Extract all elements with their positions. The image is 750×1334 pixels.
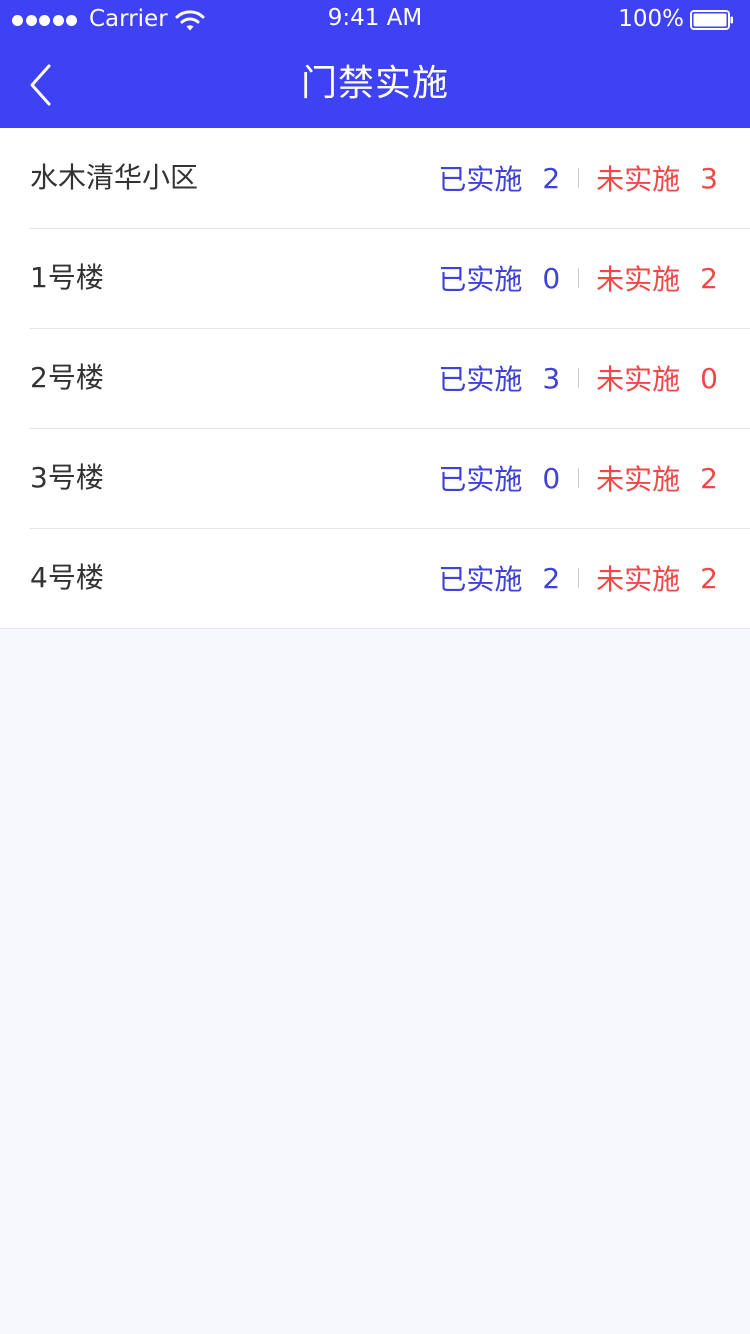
- stats-divider: [578, 368, 580, 388]
- not-implemented-count: 2: [700, 461, 718, 495]
- header: Carrier 9:41 AM 100% 门禁实施: [0, 0, 750, 128]
- building-name: 3号楼: [30, 461, 104, 494]
- list-item[interactable]: 4号楼 已实施 2 未实施 2: [0, 528, 750, 628]
- building-name: 水木清华小区: [30, 161, 199, 194]
- implementation-stats: 已实施 0 未实施 2: [438, 428, 718, 528]
- not-implemented-count: 2: [700, 261, 718, 295]
- implemented-label: 已实施: [438, 163, 523, 196]
- not-implemented-label: 未实施: [596, 363, 681, 396]
- stats-divider: [578, 468, 580, 488]
- implemented-label: 已实施: [438, 563, 523, 596]
- implemented-count: 0: [542, 261, 561, 295]
- implemented-count: 3: [542, 361, 561, 395]
- list-item[interactable]: 1号楼 已实施 0 未实施 2: [0, 228, 750, 328]
- implemented-label: 已实施: [438, 463, 523, 496]
- implemented-label: 已实施: [438, 263, 523, 296]
- battery-percentage: 100%: [618, 6, 684, 32]
- implementation-stats: 已实施 2 未实施 2: [438, 528, 718, 628]
- not-implemented-label: 未实施: [596, 563, 681, 596]
- not-implemented-count: 3: [700, 161, 718, 195]
- page-title: 门禁实施: [300, 63, 449, 104]
- not-implemented-label: 未实施: [596, 263, 681, 296]
- building-list: 水木清华小区 已实施 2 未实施 3 1号楼 已实施 0 未实施 2 2号楼 已…: [0, 128, 750, 629]
- not-implemented-label: 未实施: [596, 463, 681, 496]
- list-item[interactable]: 水木清华小区 已实施 2 未实施 3: [0, 128, 750, 228]
- not-implemented-label: 未实施: [596, 163, 681, 196]
- implemented-count: 2: [542, 161, 561, 195]
- implemented-label: 已实施: [438, 363, 523, 396]
- status-bar: Carrier 9:41 AM 100%: [0, 0, 750, 40]
- implementation-stats: 已实施 0 未实施 2: [438, 228, 718, 328]
- not-implemented-count: 0: [700, 361, 718, 395]
- building-name: 2号楼: [30, 361, 104, 394]
- list-item[interactable]: 2号楼 已实施 3 未实施 0: [0, 328, 750, 428]
- implementation-stats: 已实施 2 未实施 3: [438, 128, 718, 228]
- building-name: 1号楼: [30, 261, 104, 294]
- navigation-bar: 门禁实施: [0, 40, 750, 128]
- battery-icon: [690, 10, 733, 30]
- stats-divider: [578, 168, 580, 188]
- building-name: 4号楼: [30, 561, 104, 594]
- implementation-stats: 已实施 3 未实施 0: [438, 328, 718, 428]
- stats-divider: [578, 268, 580, 288]
- stats-divider: [578, 568, 580, 588]
- not-implemented-count: 2: [700, 561, 718, 595]
- list-item[interactable]: 3号楼 已实施 0 未实施 2: [0, 428, 750, 528]
- implemented-count: 2: [542, 561, 561, 595]
- implemented-count: 0: [542, 461, 561, 495]
